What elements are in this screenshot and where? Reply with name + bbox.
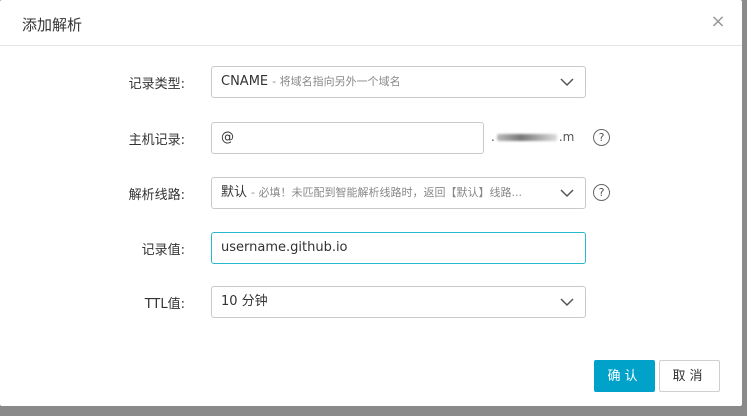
record-type-value-wrap: CNAME - 将域名指向另外一个域名 (221, 67, 545, 97)
domain-suffix: . .m (491, 130, 574, 144)
record-value-row: 记录值: username.github.io (0, 232, 742, 264)
host-record-label: 主机记录: (128, 133, 185, 148)
chevron-down-icon (560, 78, 574, 87)
ttl-select[interactable]: 10 分钟 (211, 286, 586, 318)
confirm-button[interactable]: 确认 (594, 360, 655, 392)
host-record-value: @ (221, 130, 234, 145)
record-type-value: CNAME (221, 74, 269, 89)
resolve-line-row: 解析线路: 默认 - 必填！未匹配到智能解析线路时，返回【默认】线路... ? (0, 177, 742, 209)
domain-suffix-start: . (491, 130, 495, 144)
resolve-line-hint: - 必填！未匹配到智能解析线路时，返回【默认】线路... (251, 186, 522, 199)
add-record-dialog: 添加解析 × 记录类型: CNAME - 将域名指向另外一个域名 主机记录: @ … (0, 0, 742, 406)
ttl-value: 10 分钟 (221, 294, 268, 309)
record-type-select[interactable]: CNAME - 将域名指向另外一个域名 (211, 66, 586, 98)
record-type-hint: - 将域名指向另外一个域名 (272, 75, 401, 88)
help-icon[interactable]: ? (593, 129, 610, 146)
chevron-down-icon (560, 298, 574, 307)
record-value-input[interactable]: username.github.io (211, 232, 586, 264)
record-type-label: 记录类型: (128, 77, 185, 92)
host-record-row: 主机记录: @ . .m ? (0, 122, 742, 154)
help-icon[interactable]: ? (593, 184, 610, 201)
ttl-row: TTL值: 10 分钟 (0, 286, 742, 318)
cancel-button[interactable]: 取消 (659, 360, 720, 392)
chevron-down-icon (560, 189, 574, 198)
dialog-title: 添加解析 (22, 16, 83, 34)
dialog-header: 添加解析 × (0, 0, 742, 46)
redacted-domain (496, 134, 557, 141)
domain-suffix-end: .m (558, 130, 575, 144)
record-type-row: 记录类型: CNAME - 将域名指向另外一个域名 (0, 66, 742, 98)
resolve-line-label: 解析线路: (128, 188, 185, 203)
resolve-line-value: 默认 (221, 185, 248, 200)
record-value-label: 记录值: (141, 243, 185, 258)
ttl-label: TTL值: (144, 297, 185, 312)
close-icon[interactable]: × (710, 13, 726, 31)
resolve-line-value-wrap: 默认 - 必填！未匹配到智能解析线路时，返回【默认】线路... (221, 178, 545, 208)
resolve-line-select[interactable]: 默认 - 必填！未匹配到智能解析线路时，返回【默认】线路... (211, 177, 586, 209)
record-value-text: username.github.io (221, 240, 348, 255)
host-record-input[interactable]: @ (211, 122, 484, 154)
